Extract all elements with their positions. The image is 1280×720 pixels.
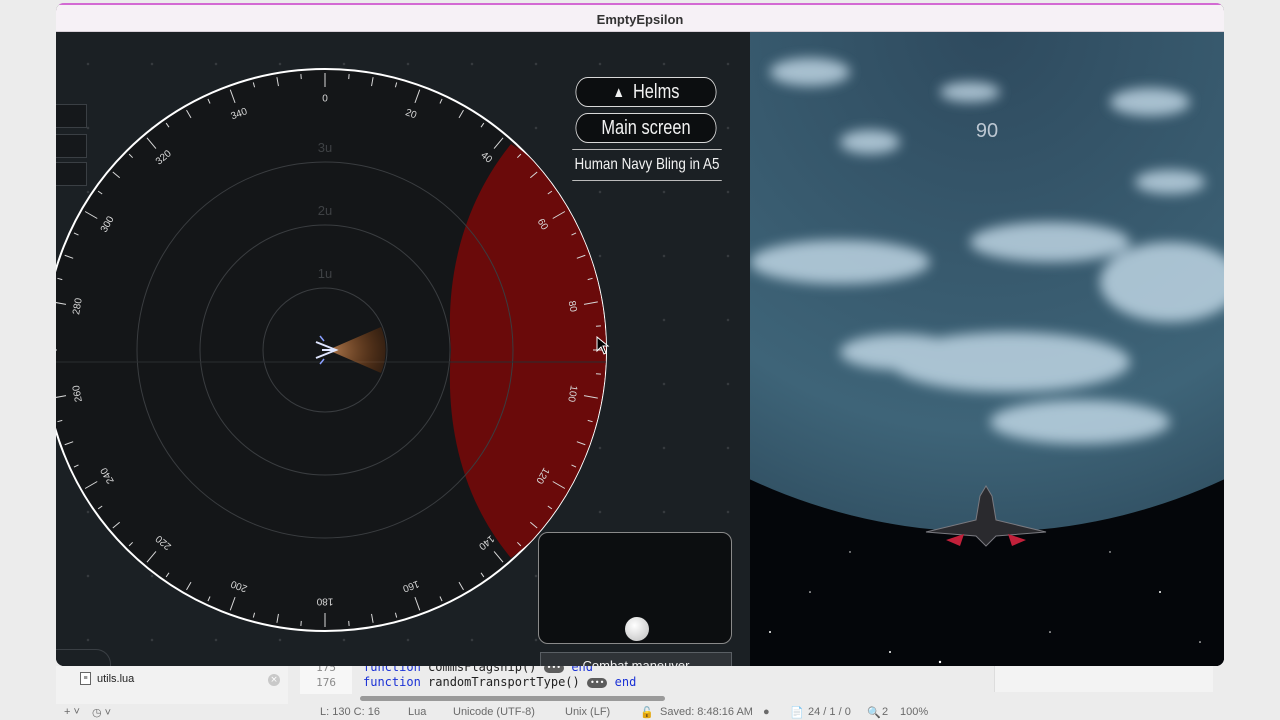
line-ending-selector[interactable]: Unix (LF) xyxy=(565,706,610,718)
heading-readout: 90 xyxy=(975,120,999,142)
code-text: randomTransportType() xyxy=(428,675,580,689)
clock-icon[interactable]: ◷ ˅ xyxy=(92,706,111,719)
close-file-button[interactable]: × xyxy=(268,674,280,686)
language-selector[interactable]: Lua xyxy=(408,706,426,718)
title-bar[interactable]: EmptyEpsilon xyxy=(56,3,1224,32)
fold-indicator[interactable]: ••• xyxy=(586,678,608,688)
code-keyword: end xyxy=(614,675,637,689)
code-line[interactable]: function randomTransportType() ••• end xyxy=(363,675,636,689)
danger-zone xyxy=(449,144,606,558)
main-viewport: 90 xyxy=(750,32,1224,666)
document-icon: 📄 xyxy=(790,707,804,719)
line-number: 176 xyxy=(316,676,336,689)
range-ring-label: 3u xyxy=(318,140,332,155)
dirty-indicator: ● xyxy=(763,706,770,718)
lock-icon[interactable]: 🔓 xyxy=(640,706,654,719)
file-name: utils.lua xyxy=(97,672,135,685)
file-icon: ≡ xyxy=(80,672,91,685)
minimap xyxy=(994,666,1213,692)
station-label: Helms xyxy=(632,80,680,103)
encoding-selector[interactable]: Unicode (UTF-8) xyxy=(453,706,535,718)
ship-class-icon: ▲ xyxy=(612,83,625,101)
range-ring-label: 1u xyxy=(318,266,332,281)
main-screen-button[interactable]: Main screen xyxy=(575,113,717,143)
maneuver-knob[interactable] xyxy=(625,617,649,641)
game-window: EmptyEpsilon 3u 2u 1u 0 20 40 60 80 100 … xyxy=(56,3,1224,666)
search-count: 2 xyxy=(882,706,889,718)
helms-radar-panel: 3u 2u 1u 0 20 40 60 80 100 120 140 160 180 200 220 2… xyxy=(56,32,750,666)
ship-name-label: Human Navy Bling in A5 xyxy=(572,149,722,181)
bearing-label: 0 xyxy=(322,94,328,105)
status-bar: + ˅ ◷ ˅ L: 130 C: 16 Lua Unicode (UTF-8)… xyxy=(0,704,1280,720)
add-icon[interactable]: + ˅ xyxy=(64,706,80,718)
combat-maneuver-button[interactable]: Combat maneuver xyxy=(540,652,732,666)
bearing-label: 180 xyxy=(316,595,333,606)
zoom-level[interactable]: 100% xyxy=(900,706,928,718)
side-pill-button[interactable] xyxy=(56,649,111,666)
combat-maneuver-pad[interactable] xyxy=(538,532,732,644)
save-status: Saved: 8:48:16 AM xyxy=(660,706,753,718)
window-title: EmptyEpsilon xyxy=(596,12,684,27)
search-icon[interactable]: 🔍 xyxy=(867,706,881,719)
range-ring-label: 2u xyxy=(318,203,332,218)
main-screen-label: Main screen xyxy=(601,116,691,139)
mouse-cursor-icon xyxy=(596,336,610,355)
code-keyword: function xyxy=(363,675,421,689)
station-selector[interactable]: ▲ Helms xyxy=(575,77,717,107)
file-list-item[interactable]: ≡ utils.lua xyxy=(80,672,134,685)
horizontal-scrollbar[interactable] xyxy=(360,696,665,701)
document-counts: 24 / 1 / 0 xyxy=(808,706,851,718)
cursor-position[interactable]: L: 130 C: 16 xyxy=(320,706,380,718)
